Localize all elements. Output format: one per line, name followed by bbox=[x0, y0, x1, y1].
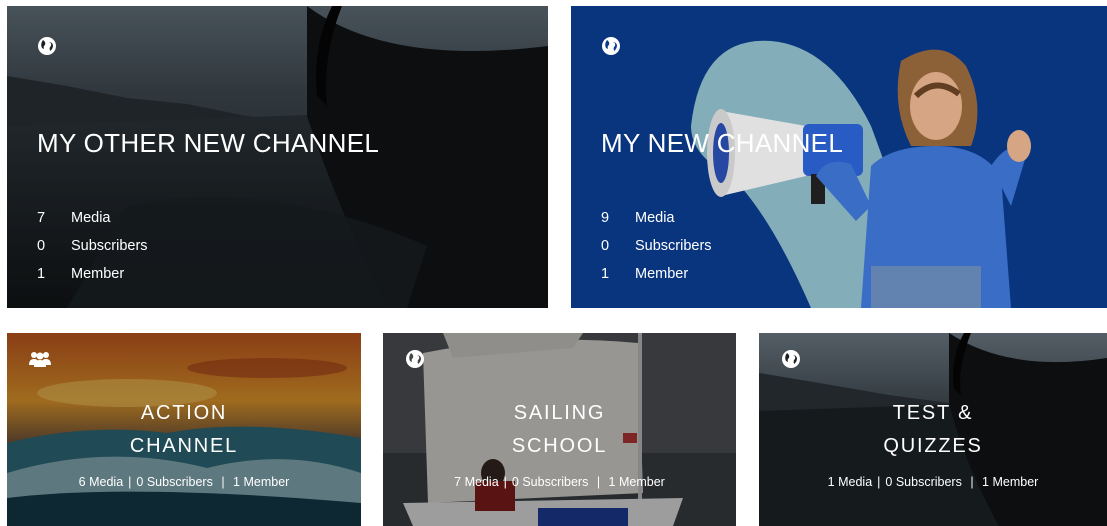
group-icon bbox=[29, 349, 51, 369]
channel-meta: 6 Media | 0 Subscribers | 1 Member bbox=[7, 475, 361, 489]
stat-subscribers: 0 Subscribers bbox=[37, 235, 148, 263]
stat-label: Member bbox=[71, 266, 125, 282]
channel-title: TEST & QUIZZES bbox=[759, 397, 1107, 463]
meta-media: 7 Media bbox=[454, 475, 499, 489]
meta-media: 6 Media bbox=[78, 475, 124, 489]
channel-meta: 7 Media | 0 Subscribers | 1 Member bbox=[383, 475, 736, 489]
globe-icon bbox=[37, 36, 57, 56]
title-line: SCHOOL bbox=[511, 435, 608, 457]
channel-card-my-new-channel[interactable]: MY NEW CHANNEL 9 Media 0 Subscribers 1 M… bbox=[571, 6, 1107, 308]
meta-subscribers: 0 Subscribers bbox=[885, 475, 962, 489]
title-line: QUIZZES bbox=[883, 435, 983, 457]
separator: | bbox=[593, 475, 604, 489]
title-line: ACTION bbox=[140, 402, 228, 424]
globe-icon bbox=[601, 36, 621, 56]
separator: | bbox=[503, 475, 507, 489]
stat-subscribers: 0 Subscribers bbox=[601, 235, 712, 263]
channel-title: ACTION CHANNEL bbox=[7, 397, 361, 463]
stat-value: 0 bbox=[37, 238, 46, 254]
globe-icon bbox=[405, 349, 425, 369]
separator: | bbox=[128, 475, 132, 489]
meta-media: 1 Media bbox=[827, 475, 873, 489]
title-line: CHANNEL bbox=[129, 435, 239, 457]
title-line: SAILING bbox=[513, 402, 606, 424]
separator: | bbox=[217, 475, 229, 489]
stat-value: 9 bbox=[601, 210, 610, 226]
meta-members: 1 Member bbox=[608, 475, 665, 489]
separator: | bbox=[966, 475, 978, 489]
channel-title: MY NEW CHANNEL bbox=[601, 128, 844, 158]
stat-media: 7 Media bbox=[37, 207, 148, 235]
title-line: TEST & bbox=[892, 402, 974, 424]
stat-value: 1 bbox=[37, 266, 46, 282]
stat-value: 7 bbox=[37, 210, 46, 226]
stat-media: 9 Media bbox=[601, 207, 712, 235]
channel-card-my-other-new-channel[interactable]: MY OTHER NEW CHANNEL 7 Media 0 Subscribe… bbox=[7, 6, 548, 308]
stat-value: 1 bbox=[601, 266, 610, 282]
stat-label: Member bbox=[635, 266, 689, 282]
meta-members: 1 Member bbox=[233, 475, 290, 489]
globe-icon bbox=[781, 349, 801, 369]
channel-card-action-channel[interactable]: ACTION CHANNEL 6 Media | 0 Subscribers | 1… bbox=[7, 333, 361, 526]
meta-subscribers: 0 Subscribers bbox=[511, 475, 589, 489]
channel-card-sailing-school[interactable]: SAILING SCHOOL 7 Media | 0 Subscribers | 1… bbox=[383, 333, 736, 526]
separator: | bbox=[877, 475, 881, 489]
stat-members: 1 Member bbox=[601, 263, 712, 291]
meta-members: 1 Member bbox=[982, 475, 1039, 489]
stat-label: Media bbox=[71, 210, 111, 226]
channel-title: SAILING SCHOOL bbox=[383, 397, 736, 463]
stat-members: 1 Member bbox=[37, 263, 148, 291]
channel-stats: 9 Media 0 Subscribers 1 Member bbox=[601, 207, 712, 291]
meta-subscribers: 0 Subscribers bbox=[136, 475, 213, 489]
stat-label: Subscribers bbox=[635, 238, 712, 254]
stat-label: Media bbox=[635, 210, 675, 226]
stat-label: Subscribers bbox=[71, 238, 148, 254]
channel-stats: 7 Media 0 Subscribers 1 Member bbox=[37, 207, 148, 291]
stat-value: 0 bbox=[601, 238, 610, 254]
channel-meta: 1 Media | 0 Subscribers | 1 Member bbox=[759, 475, 1107, 489]
channel-card-test-quizzes[interactable]: TEST & QUIZZES 1 Media | 0 Subscribers | 1… bbox=[759, 333, 1107, 526]
channel-title: MY OTHER NEW CHANNEL bbox=[37, 128, 380, 158]
